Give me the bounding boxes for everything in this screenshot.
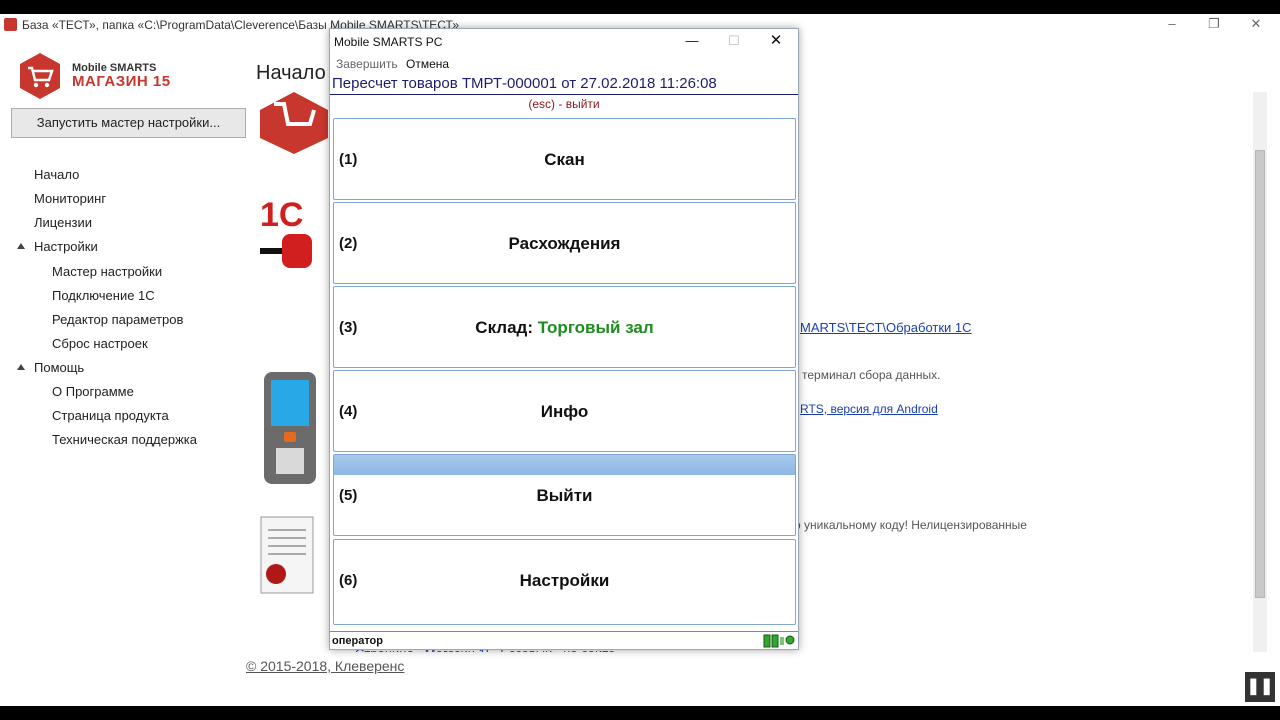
nav-item-support[interactable]: Техническая поддержка bbox=[52, 432, 197, 447]
battery-connection-icon bbox=[763, 634, 795, 648]
license-description-text: о уникальному коду! Нелицензированные bbox=[794, 518, 1027, 532]
restore-icon[interactable]: ❐ bbox=[1204, 16, 1224, 32]
dialog-title: Mobile SMARTS PC bbox=[334, 35, 443, 49]
nav-item-about[interactable]: О Программе bbox=[52, 384, 134, 399]
nav-item-help[interactable]: Помощь bbox=[34, 360, 84, 375]
status-user: оператор bbox=[332, 635, 383, 647]
scrollbar-thumb[interactable] bbox=[1255, 150, 1265, 598]
selection-highlight bbox=[334, 455, 795, 475]
desktop-screen: База «ТЕСТ», папка «C:\ProgramData\Cleve… bbox=[0, 14, 1280, 706]
info-button[interactable]: (4) Инфо bbox=[333, 370, 796, 452]
app-icon bbox=[4, 18, 17, 31]
terminal-device-icon bbox=[264, 372, 316, 484]
expand-arrow-icon[interactable] bbox=[17, 243, 25, 249]
nav-item-settings[interactable]: Настройки bbox=[34, 239, 98, 254]
mobile-smarts-dialog: Mobile SMARTS PC — ☐ ✕ Завершить Отмена … bbox=[329, 28, 799, 650]
nav-item-setup-wizard[interactable]: Мастер настройки bbox=[52, 264, 162, 279]
nav-item-1c-connection[interactable]: Подключение 1С bbox=[52, 288, 155, 303]
nav-item-monitoring[interactable]: Мониторинг bbox=[34, 191, 106, 206]
menu-cancel[interactable]: Отмена bbox=[406, 57, 449, 71]
discrepancies-button[interactable]: (2) Расхождения bbox=[333, 202, 796, 284]
dialog-close-icon[interactable]: ✕ bbox=[766, 33, 786, 49]
minimize-icon[interactable]: – bbox=[1162, 16, 1182, 32]
nav-item-param-editor[interactable]: Редактор параметров bbox=[52, 312, 183, 327]
terminal-description-text: терминал сбора данных. bbox=[802, 368, 941, 382]
dialog-minimize-icon[interactable]: — bbox=[682, 33, 702, 49]
document-header: Пересчет товаров ТМРТ-000001 от 27.02.20… bbox=[330, 73, 798, 95]
svg-text:1C: 1C bbox=[260, 196, 303, 234]
button-label: Скан bbox=[544, 150, 585, 169]
nav-item-licenses[interactable]: Лицензии bbox=[34, 215, 92, 230]
button-label: Склад: bbox=[475, 318, 533, 337]
warehouse-label: Склад: Торговый зал bbox=[334, 318, 795, 338]
esc-hint: (esc) - выйти bbox=[528, 97, 600, 111]
button-label: Настройки bbox=[519, 571, 610, 590]
pause-icon[interactable]: ❚❚ bbox=[1245, 672, 1275, 702]
nav-item-product-page[interactable]: Страница продукта bbox=[52, 408, 169, 423]
copyright-link[interactable]: © 2015-2018, Клеверенс bbox=[246, 658, 404, 674]
dialog-maximize-icon: ☐ bbox=[728, 33, 740, 48]
start-wizard-button[interactable]: Запустить мастер настройки... bbox=[11, 108, 246, 138]
dialog-titlebar: Mobile SMARTS PC — ☐ ✕ bbox=[330, 29, 798, 55]
menu-finish[interactable]: Завершить bbox=[336, 57, 398, 71]
nav-item-reset-settings[interactable]: Сброс настроек bbox=[52, 336, 148, 351]
license-certificate-icon bbox=[260, 516, 314, 594]
cart-icon bbox=[260, 92, 328, 154]
status-bar: оператор bbox=[330, 631, 798, 649]
button-label: Инфо bbox=[540, 402, 589, 421]
warehouse-value: Торговый зал bbox=[537, 318, 654, 337]
dialog-menu-bar: Завершить Отмена bbox=[330, 55, 798, 73]
processing-folder-link[interactable]: MARTS\ТЕСТ\Обработки 1С bbox=[800, 320, 972, 335]
vertical-scrollbar[interactable] bbox=[1253, 92, 1267, 652]
warehouse-button[interactable]: (3) Склад: Торговый зал bbox=[333, 286, 796, 368]
scan-button[interactable]: (1) Скан bbox=[333, 118, 796, 200]
close-icon[interactable]: ✕ bbox=[1246, 16, 1266, 32]
nav-item-home[interactable]: Начало bbox=[34, 167, 79, 182]
page-title: Начало bbox=[256, 62, 326, 84]
android-version-link[interactable]: RTS, версия для Android bbox=[800, 402, 938, 416]
button-label: Выйти bbox=[536, 486, 593, 505]
settings-button[interactable]: (6) Настройки bbox=[333, 539, 796, 625]
logo-title: МАГАЗИН 15 bbox=[72, 73, 171, 90]
exit-button[interactable]: (5) Выйти bbox=[333, 454, 796, 536]
expand-arrow-icon[interactable] bbox=[17, 364, 25, 370]
1c-connection-icon: 1C bbox=[260, 196, 312, 268]
button-label: Расхождения bbox=[508, 234, 621, 253]
cart-logo-icon bbox=[20, 53, 60, 99]
